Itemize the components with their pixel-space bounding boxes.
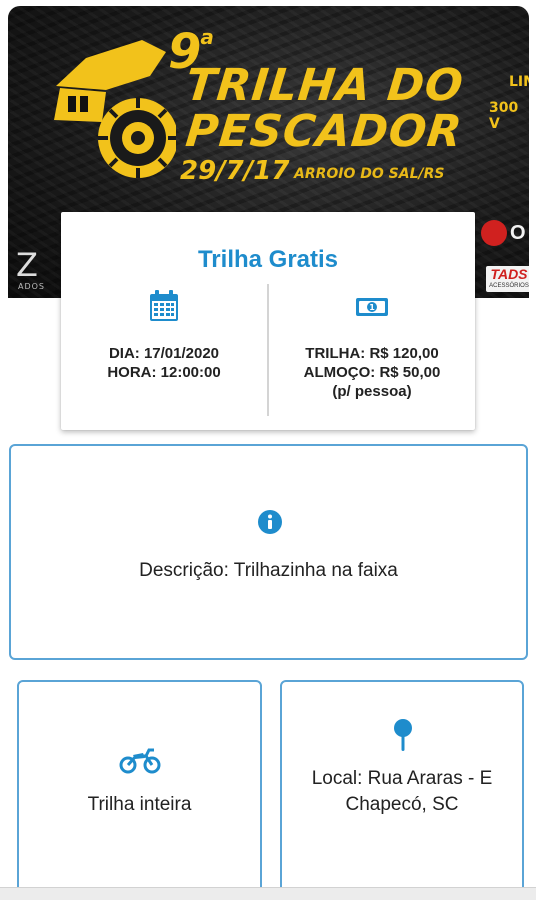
- location-line2: Chapecó, SC: [345, 794, 459, 815]
- lunch-price: ALMOÇO: R$ 50,00: [303, 364, 441, 381]
- event-date-text: DIA: 17/01/2020 HORA: 12:00:00: [107, 344, 220, 382]
- per-person-note: (p/ pessoa): [332, 383, 412, 400]
- event-detail-screen: 9a TRILHA DO PESCADOR 29/7/17 ARROIO DO …: [0, 0, 536, 900]
- sponsor-tads-logo: TADS ACESSÓRIOS: [486, 266, 529, 292]
- location-text: Local: Rua Araras - E Chapecó, SC: [282, 766, 522, 818]
- map-pin-icon: [394, 719, 412, 751]
- sponsor-left-logo: Z ADOS: [16, 246, 46, 291]
- bottom-system-bar: [0, 887, 536, 900]
- event-price-text: TRILHA: R$ 120,00 ALMOÇO: R$ 50,00 (p/ p…: [304, 344, 441, 401]
- event-date-line: DIA: 17/01/2020: [108, 345, 220, 362]
- event-summary-card: Trilha Gratis DIA: 17/01/2020 HORA: 12:0…: [61, 212, 475, 430]
- banner-date: 29/7/17: [180, 156, 290, 186]
- svg-text:1: 1: [369, 303, 375, 312]
- event-date-column: DIA: 17/01/2020 HORA: 12:00:00: [61, 284, 267, 410]
- event-time-line: HORA: 12:00:00: [107, 364, 221, 381]
- banner-title-line2: PESCADOR: [183, 106, 465, 157]
- trail-price: TRILHA: R$ 120,00: [305, 345, 439, 362]
- truck-logo-icon: [54, 40, 176, 178]
- info-icon: [258, 510, 282, 534]
- motorcycle-icon: [119, 748, 161, 774]
- sponsor-right-logo: O: [481, 216, 529, 250]
- banner-place: ARROIO DO SAL/RS: [294, 166, 445, 182]
- sponsor-circle-icon: [481, 220, 507, 246]
- trail-type-text: Trilha inteira: [87, 794, 192, 815]
- money-icon: 1: [356, 298, 388, 316]
- calendar-icon: [150, 290, 178, 321]
- description-text: Descrição: Trilhazinha na faixa: [139, 560, 398, 581]
- location-line1: Local: Rua Araras - E: [311, 768, 493, 789]
- event-details-row: DIA: 17/01/2020 HORA: 12:00:00 1 TRILHA:…: [61, 284, 475, 416]
- event-title: Trilha Gratis: [197, 246, 339, 273]
- banner-side-text2: 300 V: [489, 100, 519, 132]
- banner-title-line1: TRILHA DO: [183, 60, 467, 111]
- description-card: Descrição: Trilhazinha na faixa: [9, 444, 528, 660]
- event-price-column: 1 TRILHA: R$ 120,00 ALMOÇO: R$ 50,00 (p/…: [269, 284, 475, 410]
- banner-side-text1: LIM: [509, 74, 529, 90]
- location-card: Local: Rua Araras - E Chapecó, SC: [280, 680, 524, 900]
- trail-type-card: Trilha inteira: [17, 680, 262, 900]
